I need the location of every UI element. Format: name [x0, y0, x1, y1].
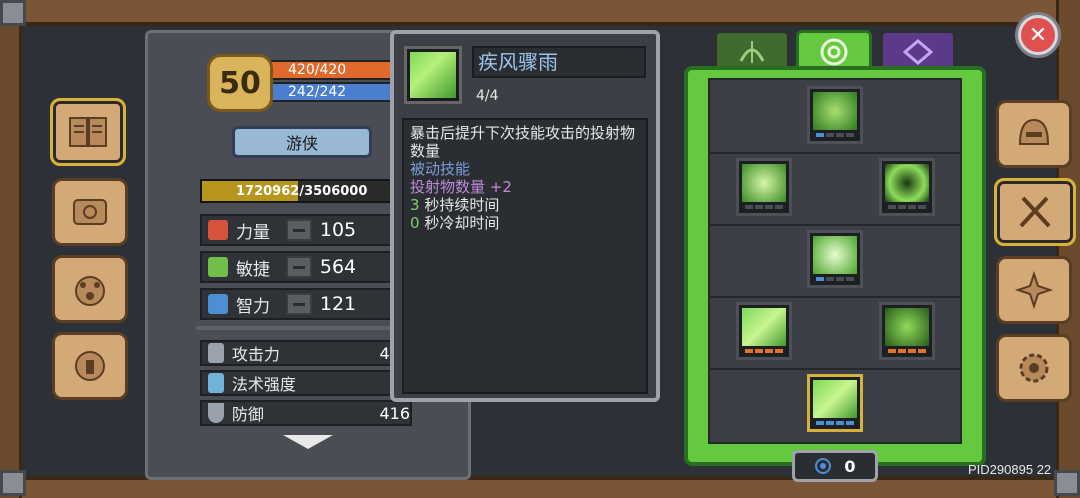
- experience-bar: 1720962/3506000: [200, 179, 400, 203]
- frame-corner: [0, 470, 26, 496]
- crossed-swords-icon: [1019, 196, 1051, 228]
- skill-cooldown: 0 秒冷却时间: [410, 214, 500, 232]
- attribute-label: 敏捷: [236, 259, 270, 280]
- book-icon: [69, 117, 107, 147]
- mp-text: 242/242: [288, 84, 347, 100]
- skill-title-box: 疾风骤雨: [472, 46, 646, 78]
- tab-pets[interactable]: [52, 255, 128, 323]
- shield-icon: [208, 403, 224, 423]
- swirl-icon: [820, 38, 848, 65]
- skill-title: 疾风骤雨: [478, 50, 558, 74]
- skill-slot-gale[interactable]: [736, 302, 792, 360]
- skill-duration: 3 秒持续时间: [410, 196, 500, 214]
- row-divider: [708, 296, 962, 298]
- attribute-row-intelligence: 智力 121: [200, 288, 400, 320]
- tab-settings[interactable]: [996, 334, 1072, 402]
- class-button[interactable]: 游侠: [232, 126, 372, 158]
- stat-row-attack: 攻击力 427: [200, 340, 412, 366]
- row-divider: [708, 224, 962, 226]
- scroll-map-icon: [73, 199, 107, 225]
- helm-icon: [75, 351, 105, 381]
- tab-helmet[interactable]: [52, 332, 128, 400]
- stat-row-spell-power: 法术强度 40: [200, 370, 412, 396]
- divider: [196, 326, 406, 330]
- experience-text: 1720962/3506000: [236, 184, 368, 199]
- fist-icon: [208, 220, 228, 240]
- class-label: 游侠: [285, 134, 318, 153]
- skill-projectile-bonus: 投射物数量 +2: [410, 178, 512, 196]
- skill-slot-scatter[interactable]: [736, 158, 792, 216]
- sword-icon: [208, 343, 224, 363]
- skill-description-box: 暴击后提升下次技能攻击的投射物数量 被动技能 投射物数量 +2 3 秒持续时间 …: [402, 118, 648, 394]
- scroll-down-arrow[interactable]: [283, 435, 333, 449]
- stat-label: 防御: [231, 405, 264, 424]
- tab-talents[interactable]: [996, 256, 1072, 324]
- tab-codex[interactable]: [50, 98, 126, 166]
- skill-slot-rapid-rain[interactable]: [807, 374, 863, 432]
- compass-star-icon: [1014, 270, 1054, 310]
- player-id: PID290895 22: [968, 462, 1052, 477]
- tab-equipment[interactable]: [996, 100, 1072, 168]
- book-icon: [208, 294, 228, 314]
- skill-points-value: 0: [844, 456, 856, 476]
- skill-description: 暴击后提升下次技能攻击的投射物数量: [410, 124, 636, 160]
- swirl-icon: [815, 458, 832, 474]
- tab-wind-tree[interactable]: [796, 30, 872, 70]
- skill-type: 被动技能: [410, 160, 471, 178]
- tab-skills[interactable]: [994, 178, 1076, 246]
- skill-slot-owl[interactable]: [879, 302, 935, 360]
- row-divider: [708, 368, 962, 370]
- hp-text: 420/420: [288, 62, 347, 78]
- frame-corner: [1054, 470, 1080, 496]
- skill-level: 4/4: [476, 88, 499, 104]
- attribute-value: 121: [319, 293, 357, 315]
- decrease-strength-button[interactable]: [286, 219, 312, 241]
- close-icon: ✕: [1021, 18, 1055, 52]
- attribute-row-strength: 力量 105: [200, 214, 400, 246]
- attribute-label: 智力: [236, 296, 270, 317]
- skill-slot-vortex[interactable]: [879, 158, 935, 216]
- decrease-agility-button[interactable]: [286, 256, 312, 278]
- frame-corner: [0, 0, 26, 26]
- stat-row-defense: 防御 416: [200, 400, 412, 426]
- close-button[interactable]: ✕: [1015, 12, 1061, 58]
- row-divider: [708, 152, 962, 154]
- arcane-sigil-icon: [903, 38, 933, 65]
- paw-icon: [75, 276, 105, 306]
- decrease-intelligence-button[interactable]: [286, 293, 312, 315]
- attribute-label: 力量: [236, 222, 270, 243]
- mp-bar: 242/242: [270, 82, 396, 102]
- stat-value: 416: [379, 403, 410, 423]
- bow-icon: [739, 40, 765, 63]
- feather-icon: [208, 257, 228, 277]
- frame-left: [0, 0, 22, 498]
- stat-label: 攻击力: [231, 345, 280, 364]
- tab-arcane-tree[interactable]: [880, 30, 956, 70]
- attribute-row-agility: 敏捷 564: [200, 251, 400, 283]
- skill-tooltip: 疾风骤雨 4/4 暴击后提升下次技能攻击的投射物数量 被动技能 投射物数量 +2…: [390, 30, 660, 402]
- tab-bow-tree[interactable]: [714, 30, 790, 70]
- attribute-value: 105: [319, 219, 357, 241]
- skill-slot-burst[interactable]: [807, 230, 863, 288]
- skill-points-counter: 0: [792, 450, 878, 482]
- level-badge: 50: [207, 54, 273, 112]
- hp-bar: 420/420: [270, 60, 396, 80]
- stat-label: 法术强度: [231, 375, 296, 394]
- tab-map[interactable]: [52, 178, 128, 246]
- gear-icon: [1019, 353, 1049, 383]
- skill-slot-growth[interactable]: [807, 86, 863, 144]
- frame-top: [0, 0, 1080, 26]
- wand-icon: [208, 373, 224, 393]
- skill-icon-rapid-rain: [404, 46, 462, 104]
- attribute-value: 564: [319, 256, 357, 278]
- helmet-icon: [1018, 118, 1050, 145]
- frame-right: [1056, 0, 1080, 498]
